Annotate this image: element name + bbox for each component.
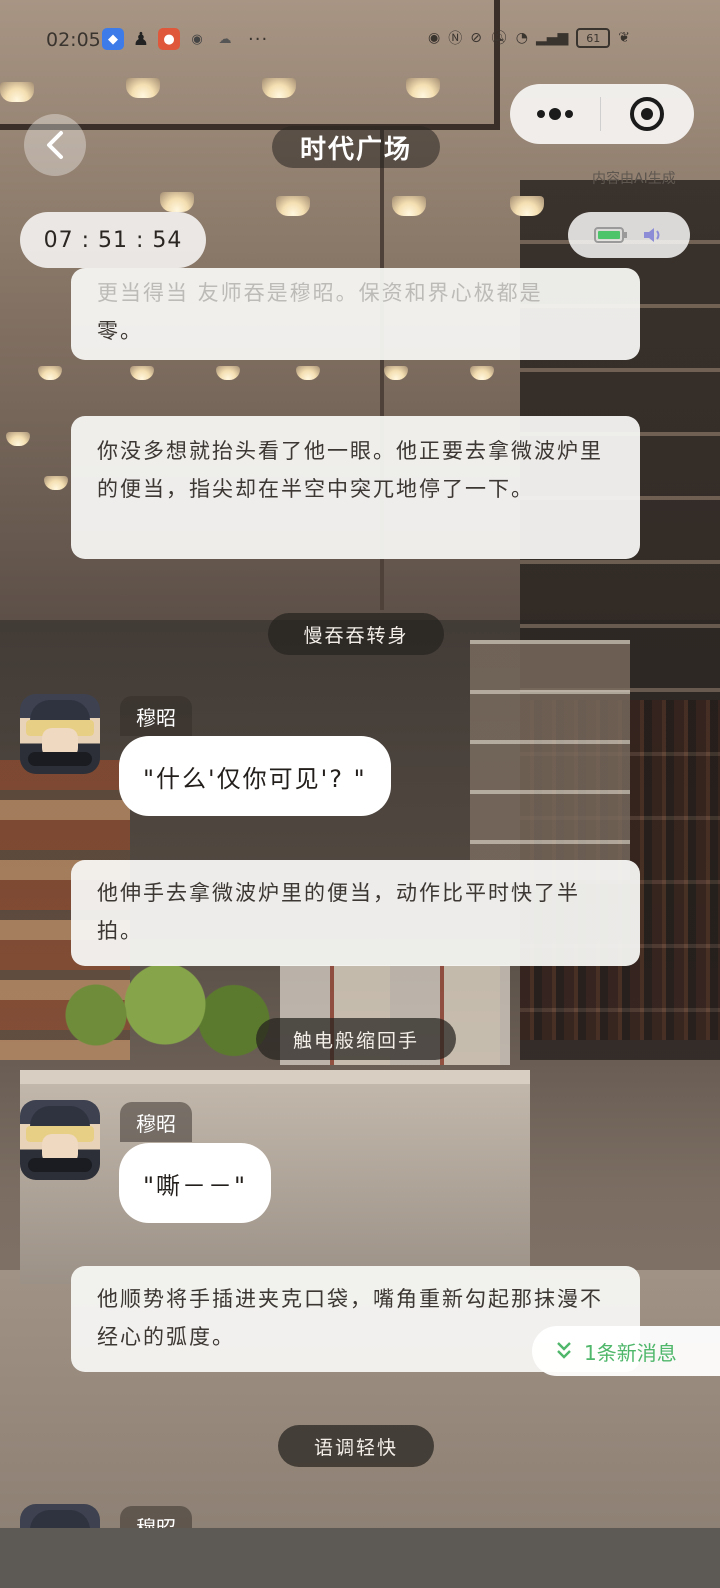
audio-status-pill[interactable]	[568, 212, 690, 258]
new-message-label: 1条新消息	[584, 1340, 677, 1365]
narration-text: 他伸手去拿微波炉里的便当，动作比平时快了半拍。	[97, 881, 580, 943]
dialogue-bubble[interactable]: "什么'仅你可见'? "	[119, 736, 391, 816]
ceiling-lamp	[510, 196, 544, 216]
status-system-icons: ◉ Ⓝ ⊘ 🔕︎ ◔ ▂▄▆ 61 ❦	[428, 28, 630, 48]
background-ceiling-panel	[0, 0, 500, 130]
action-tag: 触电般缩回手	[256, 1018, 456, 1060]
narration-faded-line: 更当得当 友师吞是穆昭。保资和界心极都是	[97, 281, 543, 305]
narration-card: 更当得当 友师吞是穆昭。保资和界心极都是 零。	[71, 268, 640, 360]
ceiling-lamp	[276, 196, 310, 216]
ceiling-lamp	[392, 196, 426, 216]
battery-icon: 61	[576, 28, 611, 48]
status-time: 02:05	[46, 29, 101, 51]
eye-app-icon: ◉	[191, 31, 203, 47]
nfc-icon: Ⓝ	[448, 31, 463, 47]
qq-penguin-icon: ♟	[132, 28, 150, 50]
narration-text: 他顺势将手插进夹克口袋，嘴角重新勾起那抹漫不经心的弧度。	[97, 1287, 603, 1349]
speaker-name: 穆昭	[120, 696, 192, 736]
close-mini-program-button[interactable]	[601, 84, 693, 144]
mini-program-capsule	[510, 84, 694, 144]
more-options-button[interactable]	[510, 84, 600, 144]
status-notification-icons: ◆ ♟ ● ◉ ☁ ···	[102, 28, 268, 50]
speaker-name: 穆昭	[120, 1102, 192, 1142]
app-notification-icon: ●	[158, 28, 180, 50]
more-dots-icon	[537, 108, 573, 120]
ceiling-lamp	[406, 78, 440, 98]
mute-icon: 🔕︎	[489, 30, 508, 46]
background-shelf-middle	[470, 640, 630, 880]
background-counter	[20, 1070, 530, 1284]
cloud-app-icon: ☁	[218, 31, 232, 47]
narration-text: 零。	[97, 319, 143, 343]
page-title: 时代广场	[272, 126, 440, 168]
ceiling-lamp	[262, 78, 296, 98]
back-button[interactable]	[24, 114, 86, 176]
ceiling-lamp	[0, 82, 34, 102]
vibrate-off-icon: ⊘	[470, 30, 482, 46]
speaker-icon	[644, 228, 660, 242]
narration-text: 你没多想就抬头看了他一眼。他正要去拿微波炉里的便当，指尖却在半空中突兀地停了一下…	[97, 439, 603, 501]
new-message-button[interactable]: 1条新消息	[532, 1326, 720, 1376]
more-notifications-icon: ···	[248, 28, 269, 50]
signal-5g-icon: ▂▄▆	[535, 30, 569, 46]
ai-generated-note: 内容由AI生成	[592, 171, 676, 187]
avatar[interactable]	[20, 694, 100, 774]
bottom-bar	[0, 1528, 720, 1588]
target-close-icon	[630, 97, 664, 131]
chevron-left-icon	[47, 131, 63, 159]
dialogue-bubble[interactable]: "嘶－－"	[119, 1143, 272, 1223]
ceiling-lamp	[126, 78, 160, 98]
countdown-timer: 07 : 51 : 54	[20, 212, 206, 268]
background-vegetables	[50, 960, 280, 1070]
narration-card: 他伸手去拿微波炉里的便当，动作比平时快了半拍。	[71, 860, 640, 966]
status-bar: 02:05 ◆ ♟ ● ◉ ☁ ··· ◉ Ⓝ ⊘ 🔕︎ ◔ ▂▄▆ 61 ❦	[0, 24, 720, 60]
ceiling-lamp	[160, 192, 194, 212]
narration-card: 你没多想就抬头看了他一眼。他正要去拿微波炉里的便当，指尖却在半空中突兀地停了一下…	[71, 416, 640, 559]
double-chevron-down-icon	[557, 1342, 571, 1359]
wifi-icon: ◔	[515, 30, 528, 46]
eye-comfort-icon: ◉	[428, 30, 441, 46]
action-tag: 语调轻快	[278, 1425, 434, 1467]
leaf-icon: ❦	[618, 30, 630, 46]
app-notification-icon: ◆	[102, 28, 124, 50]
action-tag: 慢吞吞转身	[268, 613, 444, 655]
battery-level-icon	[594, 227, 627, 243]
avatar[interactable]	[20, 1100, 100, 1180]
